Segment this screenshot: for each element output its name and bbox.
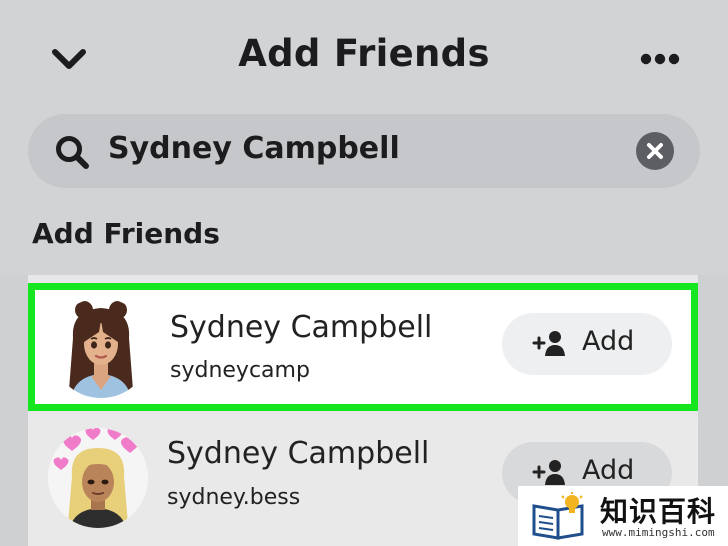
avatar[interactable] [48,428,148,528]
section-heading: Add Friends [32,217,220,250]
clear-icon [647,143,663,159]
friend-name: Sydney Campbell [170,310,433,345]
search-bar[interactable]: Sydney Campbell [28,114,700,188]
friend-username: sydney.bess [167,485,301,510]
avatar[interactable] [51,298,151,398]
add-button-label: Add [582,326,635,357]
bitmoji-avatar-icon [51,298,151,398]
more-horizontal-icon[interactable] [640,52,680,66]
search-icon [56,136,89,169]
list-item[interactable]: Sydney Campbell sydneycamp Add [28,283,698,411]
add-user-icon [532,331,565,356]
header: Add Friends Sydney Campbell Add Friends [0,0,728,275]
bitmoji-avatar-icon [48,428,148,528]
friend-name: Sydney Campbell [167,436,430,471]
page-title: Add Friends [238,32,490,75]
add-button-label: Add [582,455,635,486]
add-friend-button[interactable]: Add [502,313,672,375]
clear-search-button[interactable] [636,132,674,170]
search-input[interactable]: Sydney Campbell [108,131,400,166]
watermark: 知识百科 www.mimingshi.com [518,486,728,546]
friend-username: sydneycamp [170,358,310,383]
watermark-url: www.mimingshi.com [602,526,715,539]
book-lightbulb-logo-icon [532,492,584,540]
watermark-title: 知识百科 [600,495,717,528]
add-user-icon [532,460,565,485]
